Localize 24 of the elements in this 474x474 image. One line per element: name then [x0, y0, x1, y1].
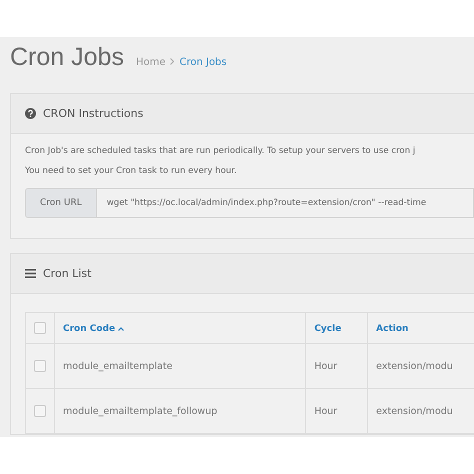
breadcrumb-link[interactable]: Cron Jobs [179, 57, 227, 68]
column-header[interactable]: Cron Code [63, 324, 124, 334]
help-icon [25, 108, 36, 119]
breadcrumb-link[interactable]: Home [136, 57, 166, 68]
instruction-text: You need to set your Cron task to run every hour. [25, 166, 238, 176]
select-all-checkbox[interactable] [34, 322, 46, 334]
table-cell: Hour [314, 360, 338, 372]
list-icon [25, 269, 36, 278]
row-checkbox[interactable] [34, 405, 46, 417]
panel-title: CRON Instructions [43, 107, 144, 120]
column-header[interactable]: Cycle [314, 324, 342, 334]
url-field[interactable]: wget "https://oc.local/admin/index.php?route=extension/cron" --read-time [96, 188, 474, 218]
column-header[interactable]: Action [376, 324, 408, 334]
breadcrumb-separator-icon [170, 58, 174, 68]
row-checkbox[interactable] [34, 360, 46, 372]
table-cell: module_emailtemplate [63, 360, 172, 372]
table-cell: extension/modu [376, 360, 453, 372]
panel-title: Cron List [43, 267, 92, 280]
page-title: Cron Jobs [10, 43, 124, 72]
instruction-text: Cron Job's are scheduled tasks that are run periodically. To setup your servers to use cron j [25, 146, 416, 156]
table-cell: module_emailtemplate_followup [63, 406, 218, 416]
table-cell: Hour [314, 406, 338, 416]
url-label: Cron URL [25, 188, 97, 218]
table-cell: extension/modu [376, 406, 453, 416]
